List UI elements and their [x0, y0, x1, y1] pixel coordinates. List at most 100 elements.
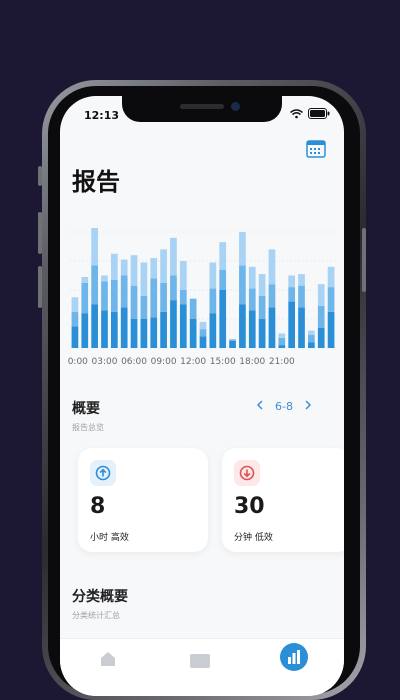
chart-bar-segment — [239, 265, 246, 305]
chart-bar-segment — [120, 259, 128, 276]
chart-bar-segment — [81, 276, 89, 283]
phone-volume-down — [38, 266, 42, 308]
chart-bar-segment — [199, 321, 207, 330]
chart-bar-segment — [258, 319, 266, 348]
chart-bar-segment — [189, 298, 197, 319]
chart-bar-segment — [120, 307, 128, 348]
arrow-down-circle-icon — [239, 465, 255, 481]
chart-bar-segment — [327, 311, 335, 348]
prev-range-button[interactable] — [256, 400, 263, 413]
chart-bar-segment — [317, 305, 325, 328]
chart-bar-segment — [150, 258, 158, 279]
chart-bar-segment — [189, 319, 197, 348]
tab-home[interactable] — [96, 647, 120, 671]
chart-bar-segment — [317, 327, 325, 348]
x-tick-label: 15:00 — [210, 357, 236, 367]
x-tick-label: 21:00 — [269, 357, 295, 367]
chart-bar-segment — [239, 304, 246, 348]
chart-bar-segment — [209, 313, 217, 348]
chart-bar-segment — [288, 287, 296, 302]
chart-bar-segment — [110, 253, 118, 280]
tab-stats[interactable] — [188, 647, 212, 671]
chart-bar-segment — [268, 284, 276, 308]
chart-bar-segment — [170, 237, 177, 276]
category-title: 分类概要 — [72, 589, 128, 605]
card-icon-wrapper — [90, 460, 116, 486]
chart-bar-segment — [219, 242, 227, 270]
category-subtitle: 分类统计汇总 — [72, 611, 120, 620]
chart-bar-segment — [239, 232, 246, 266]
chart-bar-segment — [288, 301, 296, 348]
wifi-icon — [290, 108, 303, 118]
calendar-button[interactable] — [306, 140, 326, 158]
chart-bar-segment — [317, 284, 325, 306]
chart-bar-segment — [101, 310, 108, 348]
efficient-value: 8 — [90, 494, 106, 519]
x-tick-label: 03:00 — [92, 357, 118, 367]
chart-bar-segment — [278, 337, 286, 346]
arrow-up-circle-icon — [95, 465, 111, 481]
battery-icon — [308, 108, 330, 119]
overview-subtitle: 报告总览 — [72, 423, 104, 432]
x-tick-label: 06:00 — [121, 357, 147, 367]
chart-bar-segment — [179, 290, 187, 305]
phone-power-button — [362, 228, 366, 292]
chart-bar-segment — [268, 307, 276, 348]
date-range-label: 6-8 — [275, 400, 293, 413]
efficient-time-card[interactable]: 8 小时 高效 — [78, 448, 208, 552]
chart-bar-segment — [91, 265, 98, 305]
tab-report[interactable] — [280, 643, 308, 671]
chart-bar-segment — [327, 266, 335, 288]
chart-bar-segment — [199, 336, 207, 348]
chart-bar-segment — [71, 326, 79, 348]
report-icon — [288, 650, 300, 664]
chevron-left-icon — [256, 400, 263, 410]
inefficient-value: 30 — [234, 494, 265, 519]
chart-bar-segment — [101, 275, 108, 282]
x-tick-label: 00:00 — [68, 357, 88, 367]
app-screen: 12:13 报告 00:00 03:0006:00 09:0012:00 15:001… — [60, 96, 344, 696]
chart-bar-segment — [298, 307, 305, 348]
chart-bar-segment — [170, 300, 177, 348]
next-range-button[interactable] — [305, 400, 312, 413]
chart-bar-segment — [209, 288, 217, 314]
x-tick-label: 09:00 — [151, 357, 177, 367]
x-tick-label: 12:00 — [180, 357, 206, 367]
chart-bar-segment — [91, 228, 98, 266]
notch — [122, 96, 282, 122]
chart-bar-segment — [140, 262, 148, 296]
chart-bar-segment — [130, 319, 138, 348]
chart-bar-segment — [248, 266, 256, 289]
chart-bar-segment — [110, 311, 118, 348]
chart-bar-segment — [170, 275, 177, 301]
chart-bar-segment — [160, 311, 167, 348]
chart-bar-segment — [160, 249, 167, 283]
chart-bar-segment — [110, 279, 118, 312]
front-camera — [231, 102, 240, 111]
phone-silent-switch — [38, 166, 42, 186]
chart-bar-segment — [219, 269, 227, 290]
x-tick-label: 18:00 — [239, 357, 265, 367]
home-icon — [101, 652, 115, 666]
chart-bar-segment — [258, 295, 266, 319]
chart-bar-segment — [288, 275, 296, 288]
chart-bar-segment — [308, 342, 315, 348]
overview-title: 概要 — [72, 401, 100, 417]
earpiece-speaker — [180, 104, 224, 109]
chart-bar-segment — [160, 282, 167, 312]
chart-bar-segment — [298, 285, 305, 308]
chart-bar-segment — [298, 274, 305, 286]
chart-bar-segment — [130, 285, 138, 319]
chevron-right-icon — [305, 400, 312, 410]
chart-bar-segment — [179, 304, 187, 348]
efficient-label: 小时 高效 — [90, 533, 129, 543]
status-time: 12:13 — [84, 109, 120, 122]
chart-bar-segment — [229, 339, 236, 341]
chart-bar-segment — [308, 330, 315, 335]
inefficient-time-card[interactable]: 30 分钟 低效 — [222, 448, 344, 552]
chart-bar-segment — [120, 275, 128, 308]
chart-bar-segment — [140, 295, 148, 319]
card-icon-wrapper — [234, 460, 260, 486]
chart-bar-segment — [71, 297, 79, 312]
chart-bar-segment — [81, 282, 89, 314]
